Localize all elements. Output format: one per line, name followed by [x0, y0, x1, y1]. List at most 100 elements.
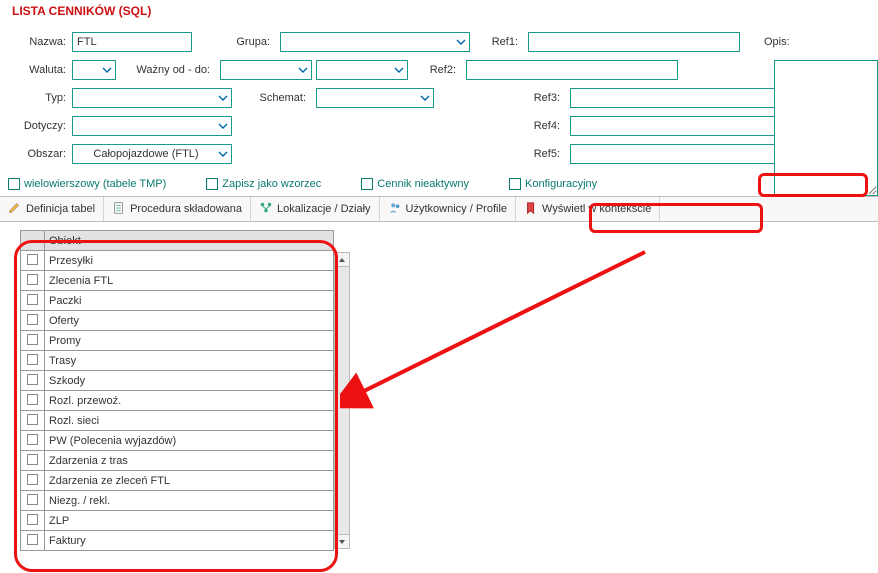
row-obiekt-label: Zdarzenia ze zleceń FTL [45, 471, 334, 491]
table-row[interactable]: PW (Polecenia wyjazdów) [21, 431, 334, 451]
row-checkbox[interactable] [21, 431, 45, 451]
row-obiekt-label: Rozl. sieci [45, 411, 334, 431]
btn-lokalizacje-dzialy[interactable]: Lokalizacje / Działy [251, 197, 380, 221]
toolbar: Definicja tabel Procedura składowana Lok… [0, 196, 878, 222]
btn-wysw-label: Wyświetl w kontekście [542, 203, 651, 215]
window-title: LISTA CENNIKÓW (SQL) [12, 4, 151, 18]
chk-konfiguracyjny[interactable]: Konfiguracyjny [509, 178, 597, 190]
chk-wzorzec[interactable]: Zapisz jako wzorzec [206, 178, 321, 190]
btn-definicja-label: Definicja tabel [26, 203, 95, 215]
row-obiekt-label: ZLP [45, 511, 334, 531]
wazny-od-dropdown-icon[interactable] [296, 62, 310, 78]
row-obiekt-label: Promy [45, 331, 334, 351]
dotyczy-combo[interactable] [72, 116, 232, 136]
row-checkbox[interactable] [21, 511, 45, 531]
grid-header-checkbox [21, 231, 45, 251]
btn-definicja-tabel[interactable]: Definicja tabel [0, 197, 104, 221]
row-checkbox[interactable] [21, 471, 45, 491]
table-row[interactable]: Trasy [21, 351, 334, 371]
table-row[interactable]: Rozl. przewoź. [21, 391, 334, 411]
label-ref4: Ref4: [526, 120, 566, 132]
label-ref2: Ref2: [422, 64, 462, 76]
chk-wielowierszowy[interactable]: wielowierszowy (tabele TMP) [8, 178, 166, 190]
label-waluta: Waluta: [8, 64, 68, 76]
row-checkbox[interactable] [21, 411, 45, 431]
btn-procedura-skladowana[interactable]: Procedura składowana [104, 197, 251, 221]
ref2-input[interactable] [466, 60, 678, 80]
row-obiekt-label: PW (Polecenia wyjazdów) [45, 431, 334, 451]
btn-lokal-label: Lokalizacje / Działy [277, 203, 371, 215]
row-checkbox[interactable] [21, 331, 45, 351]
scroll-down-icon[interactable] [335, 534, 349, 548]
table-row[interactable]: Zdarzenia z tras [21, 451, 334, 471]
bookmark-icon [524, 201, 538, 218]
typ-combo[interactable] [72, 88, 232, 108]
label-schemat: Schemat: [236, 92, 312, 104]
label-opis: Opis: [744, 36, 784, 48]
waluta-dropdown-icon[interactable] [100, 62, 114, 78]
tree-icon [259, 201, 273, 218]
row-checkbox[interactable] [21, 391, 45, 411]
row-checkbox[interactable] [21, 271, 45, 291]
table-row[interactable]: Zdarzenia ze zleceń FTL [21, 471, 334, 491]
row-checkbox[interactable] [21, 291, 45, 311]
schemat-dropdown-icon[interactable] [418, 90, 432, 106]
row-obiekt-label: Szkody [45, 371, 334, 391]
dotyczy-dropdown-icon[interactable] [216, 118, 230, 134]
schemat-combo[interactable] [316, 88, 434, 108]
row-checkbox[interactable] [21, 451, 45, 471]
obszar-dropdown-icon[interactable] [216, 146, 230, 162]
table-row[interactable]: Faktury [21, 531, 334, 551]
grid-header-obiekt: Obiekt [45, 231, 334, 251]
label-grupa: Grupa: [196, 36, 276, 48]
ref4-input[interactable] [570, 116, 782, 136]
typ-dropdown-icon[interactable] [216, 90, 230, 106]
row-obiekt-label: Zlecenia FTL [45, 271, 334, 291]
label-ref3: Ref3: [526, 92, 566, 104]
row-checkbox[interactable] [21, 531, 45, 551]
row-checkbox[interactable] [21, 311, 45, 331]
grid-scrollbar[interactable] [334, 252, 350, 549]
btn-uzytkownicy-profile[interactable]: Użytkownicy / Profile [380, 197, 516, 221]
table-row[interactable]: Szkody [21, 371, 334, 391]
row-obiekt-label: Zdarzenia z tras [45, 451, 334, 471]
label-typ: Typ: [8, 92, 68, 104]
label-obszar: Obszar: [8, 148, 68, 160]
wazny-do-dropdown-icon[interactable] [392, 62, 406, 78]
table-row[interactable]: Przesyłki [21, 251, 334, 271]
row-obiekt-label: Oferty [45, 311, 334, 331]
table-row[interactable]: Promy [21, 331, 334, 351]
label-wazny: Ważny od - do: [120, 64, 216, 76]
label-nazwa: Nazwa: [8, 36, 68, 48]
table-row[interactable]: Niezg. / rekl. [21, 491, 334, 511]
ref3-input[interactable] [570, 88, 782, 108]
btn-wyswietl-w-kontekscie[interactable]: Wyświetl w kontekście [516, 197, 660, 221]
row-obiekt-label: Niezg. / rekl. [45, 491, 334, 511]
label-ref5: Ref5: [526, 148, 566, 160]
grupa-dropdown-icon[interactable] [454, 34, 468, 50]
nazwa-input[interactable] [72, 32, 192, 52]
row-checkbox[interactable] [21, 491, 45, 511]
btn-procedura-label: Procedura składowana [130, 203, 242, 215]
obszar-combo[interactable] [72, 144, 232, 164]
grupa-combo[interactable] [280, 32, 470, 52]
chk-nieaktywny-label: Cennik nieaktywny [377, 178, 469, 190]
scroll-up-icon[interactable] [335, 253, 349, 267]
row-checkbox[interactable] [21, 251, 45, 271]
table-row[interactable]: ZLP [21, 511, 334, 531]
pencil-icon [8, 201, 22, 218]
label-ref1: Ref1: [484, 36, 524, 48]
row-obiekt-label: Faktury [45, 531, 334, 551]
users-icon [388, 201, 402, 218]
table-row[interactable]: Zlecenia FTL [21, 271, 334, 291]
row-obiekt-label: Paczki [45, 291, 334, 311]
row-checkbox[interactable] [21, 371, 45, 391]
table-row[interactable]: Oferty [21, 311, 334, 331]
table-row[interactable]: Rozl. sieci [21, 411, 334, 431]
chk-nieaktywny[interactable]: Cennik nieaktywny [361, 178, 469, 190]
table-row[interactable]: Paczki [21, 291, 334, 311]
row-checkbox[interactable] [21, 351, 45, 371]
ref5-input[interactable] [570, 144, 782, 164]
ref1-input[interactable] [528, 32, 740, 52]
opis-textarea[interactable] [774, 60, 878, 196]
